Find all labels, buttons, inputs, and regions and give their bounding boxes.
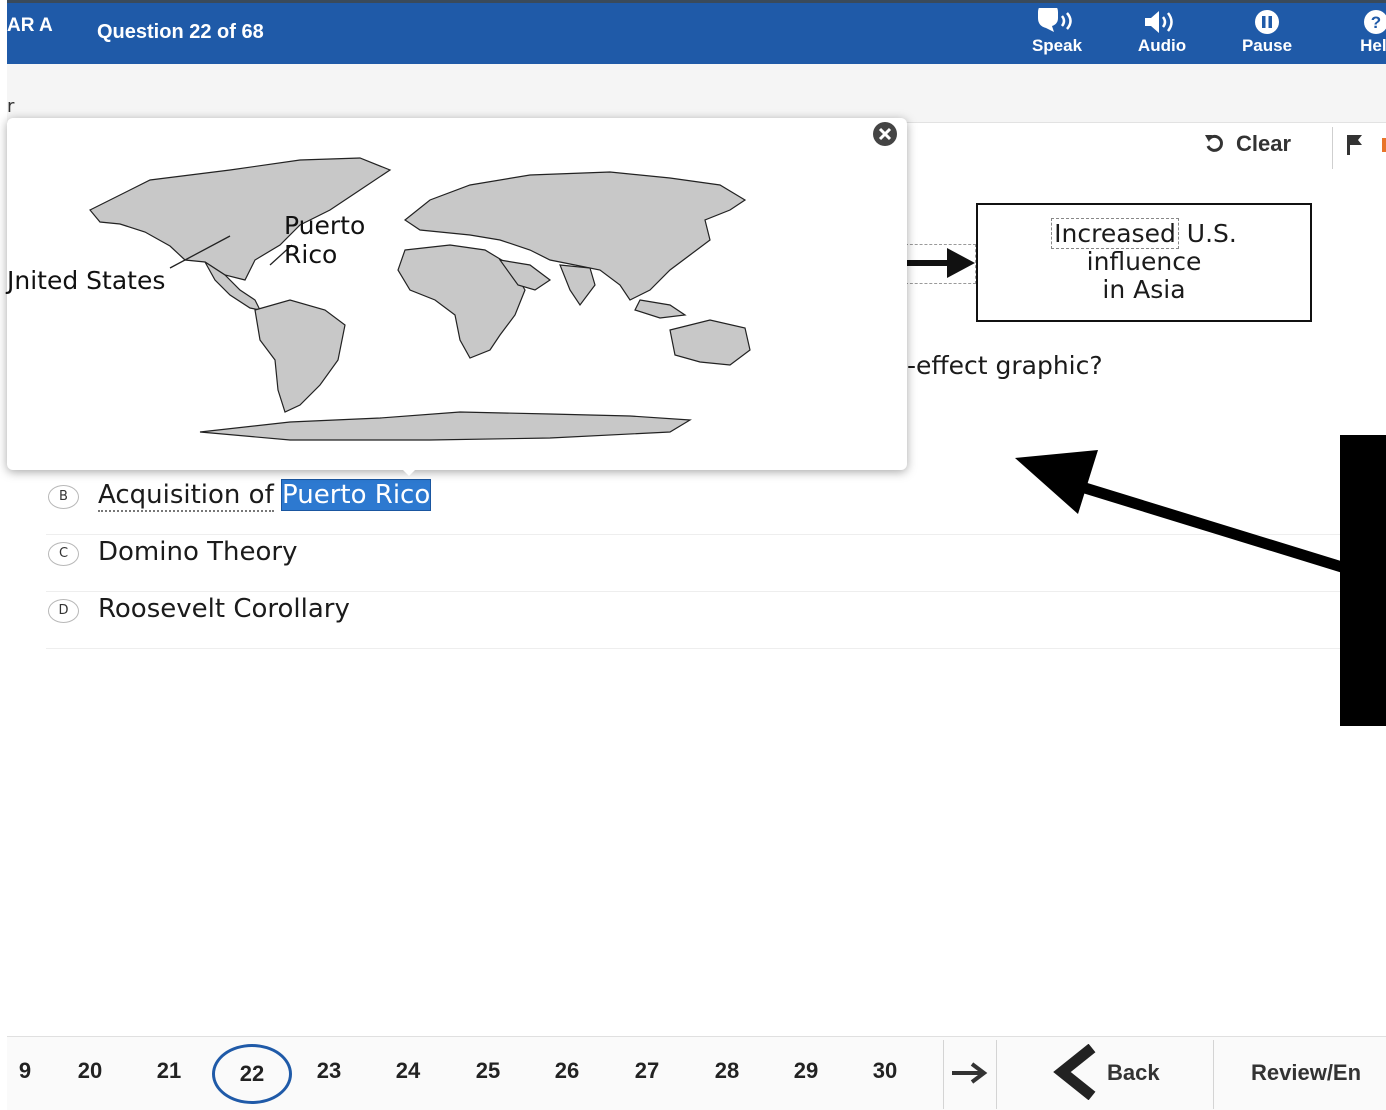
help-icon: ? — [1364, 10, 1386, 34]
effect-box: Increased U.S. influence in Asia — [976, 203, 1312, 322]
annotation-bar — [1340, 435, 1386, 726]
svg-text:?: ? — [1371, 13, 1381, 32]
pause-button[interactable]: Pause — [1227, 8, 1307, 56]
question-text: -effect graphic? — [907, 351, 1103, 380]
pause-label: Pause — [1241, 36, 1293, 55]
option-b-label: Acquisition of Puerto Rico — [98, 479, 432, 512]
nav-divider — [996, 1040, 997, 1109]
option-d[interactable]: D Roosevelt Corollary — [46, 592, 1346, 649]
help-button[interactable]: ? Help — [1323, 8, 1386, 56]
question-number-23[interactable]: 23 — [304, 1058, 354, 1084]
test-name: AR A — [7, 15, 53, 36]
question-number-22-current[interactable]: 22 — [212, 1044, 292, 1104]
subbar-text: r — [7, 96, 15, 117]
speak-icon — [1038, 8, 1072, 32]
back-label[interactable]: Back — [1107, 1060, 1160, 1086]
question-number-28[interactable]: 28 — [702, 1058, 752, 1084]
right-arrow-icon — [905, 248, 975, 278]
popup-pointer — [395, 462, 423, 476]
effect-word-increased[interactable]: Increased — [1051, 218, 1179, 249]
effect-line-asia: in Asia — [1102, 275, 1186, 304]
option-b-radio[interactable]: B — [48, 485, 79, 509]
map-label-rico: Rico — [284, 240, 338, 269]
toolbar-divider — [1332, 127, 1333, 169]
map-label-puerto: Puerto — [284, 211, 366, 240]
speak-button[interactable]: Speak — [1017, 8, 1097, 56]
world-map-image — [89, 157, 751, 441]
flag-button[interactable] — [1344, 133, 1366, 161]
flag-icon — [1347, 135, 1362, 155]
mark-indicator — [1382, 138, 1386, 152]
nav-divider — [943, 1040, 944, 1109]
question-number-21[interactable]: 21 — [144, 1058, 194, 1084]
option-c-label: Domino Theory — [98, 537, 298, 567]
audio-button[interactable]: Audio — [1122, 8, 1202, 56]
question-number-24[interactable]: 24 — [383, 1058, 433, 1084]
option-d-label: Roosevelt Corollary — [98, 594, 350, 624]
help-label: Help — [1360, 36, 1386, 55]
clear-label: Clear — [1236, 131, 1292, 156]
question-counter: Question 22 of 68 — [97, 21, 264, 43]
chevron-left-icon — [1053, 1043, 1096, 1101]
audio-icon — [1145, 11, 1173, 33]
nav-divider — [1213, 1040, 1214, 1109]
option-b-highlight[interactable]: Puerto Rico — [280, 479, 432, 511]
effect-word-us: U.S. — [1186, 219, 1237, 248]
next-page-icon[interactable] — [948, 1060, 988, 1086]
pause-icon — [1255, 10, 1279, 34]
undo-icon — [1205, 134, 1223, 152]
option-b-prefix: Acquisition of — [98, 480, 274, 512]
question-number-19[interactable]: 9 — [0, 1058, 50, 1084]
question-number-20[interactable]: 20 — [65, 1058, 115, 1084]
speak-label: Speak — [1031, 36, 1083, 55]
review-end-button[interactable]: Review/En — [1251, 1060, 1361, 1086]
map-label-us: Jnited States — [7, 266, 166, 295]
question-number-29[interactable]: 29 — [781, 1058, 831, 1084]
question-number-25[interactable]: 25 — [463, 1058, 513, 1084]
clear-button[interactable]: Clear — [1204, 131, 1291, 157]
annotation-arrow-icon — [1015, 450, 1345, 574]
option-d-radio[interactable]: D — [48, 599, 79, 623]
question-number-26[interactable]: 26 — [542, 1058, 592, 1084]
header-bar: AR A Question 22 of 68 Speak Audio Pause… — [7, 0, 1386, 64]
sub-toolbar: r — [7, 64, 1386, 123]
option-c-radio[interactable]: C — [48, 542, 79, 566]
back-button[interactable] — [1046, 1043, 1102, 1104]
effect-line-influence: influence — [1086, 247, 1202, 276]
close-icon[interactable] — [866, 119, 906, 151]
question-number-27[interactable]: 27 — [622, 1058, 672, 1084]
audio-label: Audio — [1137, 36, 1187, 55]
question-number-30[interactable]: 30 — [860, 1058, 910, 1084]
